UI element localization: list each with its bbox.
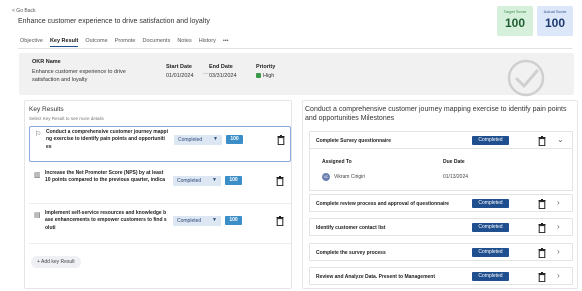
milestones-panel: Conduct a comprehensive customer journey… xyxy=(302,100,578,289)
milestone-status-badge: Completed xyxy=(472,248,509,257)
milestone-status-badge: Completed xyxy=(472,199,509,208)
trash-icon[interactable] xyxy=(538,272,546,282)
chevron-right-icon[interactable]: › xyxy=(557,198,560,207)
key-result-text: Implement self-service resources and kno… xyxy=(45,210,167,231)
milestone-status-badge: Completed xyxy=(472,272,509,281)
milestone-label: Complete Survey questionnaire xyxy=(316,138,392,144)
okr-name-label: OKR Name xyxy=(32,59,61,65)
key-results-title: Key Results xyxy=(29,106,64,113)
actual-score-label: Actual Score xyxy=(543,9,567,14)
trash-icon[interactable] xyxy=(538,136,546,146)
more-tabs-button[interactable]: ••• xyxy=(223,38,229,47)
status-value: Completed xyxy=(177,178,202,184)
milestone-row[interactable]: Complete the survey process Completed › xyxy=(309,243,573,261)
chevron-down-icon: ▼ xyxy=(212,217,217,223)
milestone-row[interactable]: Review and Analyze Data. Present to Mana… xyxy=(309,267,573,285)
priority-text: High xyxy=(263,73,275,79)
status-value: Completed xyxy=(177,218,202,224)
date-range-dash: — xyxy=(203,71,209,77)
trash-icon[interactable] xyxy=(538,199,546,209)
target-score-card: Target Score 100 xyxy=(497,6,533,36)
actual-score-value: 100 xyxy=(544,16,566,30)
chevron-down-icon[interactable]: ⌄ xyxy=(557,135,564,144)
trash-icon[interactable] xyxy=(276,216,284,226)
status-value: Completed xyxy=(178,137,203,143)
milestones-title: Conduct a comprehensive customer journey… xyxy=(305,106,567,123)
priority-value: High xyxy=(256,73,274,79)
end-date-value: 03/31/2024 xyxy=(209,73,237,79)
tab-notes[interactable]: Notes xyxy=(177,38,191,47)
tab-bar: Objective Key Result Outcome Promote Doc… xyxy=(20,38,229,47)
key-result-item[interactable]: ▥ Increase the Net Promoter Score (NPS) … xyxy=(29,168,291,204)
milestone-detail: Assigned To VC Vikram Cirigiri Due Date … xyxy=(309,149,573,191)
milestone-label: Complete review process and approval of … xyxy=(316,201,450,207)
milestone-label: Review and Analyze Data. Present to Mana… xyxy=(316,274,436,280)
key-results-subtitle: Select Key Result to see more details xyxy=(29,116,104,121)
milestone-label: Complete the survey process xyxy=(316,250,386,256)
target-score-value: 100 xyxy=(504,16,526,30)
tab-objective[interactable]: Objective xyxy=(20,38,43,47)
start-date-value: 01/01/2024 xyxy=(166,73,194,79)
actual-score-card: Actual Score 100 xyxy=(537,6,573,36)
tab-promote[interactable]: Promote xyxy=(115,38,136,47)
milestone-row[interactable]: Identify customer contact list Completed… xyxy=(309,218,573,236)
priority-indicator-icon xyxy=(256,73,261,78)
chevron-right-icon[interactable]: › xyxy=(557,222,560,231)
trash-icon[interactable] xyxy=(277,135,285,145)
score-badge: 100 xyxy=(225,176,242,185)
bar-chart-icon: ▥ xyxy=(34,172,41,179)
add-key-result-button[interactable]: + Add key Result xyxy=(31,256,81,268)
page-title: Enhance customer experience to drive sat… xyxy=(18,18,210,25)
avatar: VC xyxy=(322,173,330,181)
trash-icon[interactable] xyxy=(538,223,546,233)
assigned-to-value: Vikram Cirigiri xyxy=(334,174,366,180)
due-date-value: 01/13/2024 xyxy=(443,174,469,180)
score-badge: 100 xyxy=(226,135,243,144)
milestone-status-badge: Completed xyxy=(472,136,509,145)
target-score-label: Target Score xyxy=(503,9,527,14)
milestone-status-badge: Completed xyxy=(472,223,509,232)
tab-outcome[interactable]: Outcome xyxy=(85,38,107,47)
key-result-item[interactable]: ⚐ Conduct a comprehensive customer journ… xyxy=(29,126,291,162)
tab-key-result[interactable]: Key Result xyxy=(49,38,79,47)
document-icon: ▤ xyxy=(34,212,41,219)
chevron-down-icon: ▼ xyxy=(213,136,218,142)
score-badge: 100 xyxy=(225,216,242,225)
okr-info-panel: OKR Name Enhance customer experience to … xyxy=(19,53,574,97)
chevron-right-icon[interactable]: › xyxy=(557,271,560,280)
key-result-item[interactable]: ▤ Implement self-service resources and k… xyxy=(29,208,291,244)
milestone-row[interactable]: Complete Survey questionnaire Completed … xyxy=(309,131,573,149)
start-date-label: Start Date xyxy=(166,64,192,70)
back-link[interactable]: < Go Back xyxy=(12,8,35,14)
priority-label: Priority xyxy=(256,64,276,70)
trash-icon[interactable] xyxy=(538,248,546,258)
tab-documents[interactable]: Documents xyxy=(143,38,171,47)
completed-check-icon xyxy=(507,59,545,97)
okr-name-value: Enhance customer experience to drive sat… xyxy=(32,69,126,83)
key-result-text: Increase the Net Promoter Score (NPS) by… xyxy=(45,170,166,184)
end-date-label: End Date xyxy=(209,64,233,70)
status-dropdown[interactable]: Completed ▼ xyxy=(173,216,221,226)
trash-icon[interactable] xyxy=(276,176,284,186)
status-dropdown[interactable]: Completed ▼ xyxy=(173,176,221,186)
key-result-text: Conduct a comprehensive customer journey… xyxy=(46,129,168,150)
due-date-label: Due Date xyxy=(443,159,465,165)
key-results-panel: Key Results Select Key Result to see mor… xyxy=(24,100,292,289)
milestone-row[interactable]: Complete review process and approval of … xyxy=(309,194,573,212)
status-dropdown[interactable]: Completed ▼ xyxy=(174,135,222,145)
chevron-down-icon: ▼ xyxy=(212,177,217,183)
flag-icon: ⚐ xyxy=(35,131,42,138)
milestone-label: Identify customer contact list xyxy=(316,225,386,231)
tab-divider xyxy=(18,48,572,49)
tab-history[interactable]: History xyxy=(199,38,216,47)
chevron-right-icon[interactable]: › xyxy=(557,247,560,256)
assigned-to-label: Assigned To xyxy=(322,159,352,165)
